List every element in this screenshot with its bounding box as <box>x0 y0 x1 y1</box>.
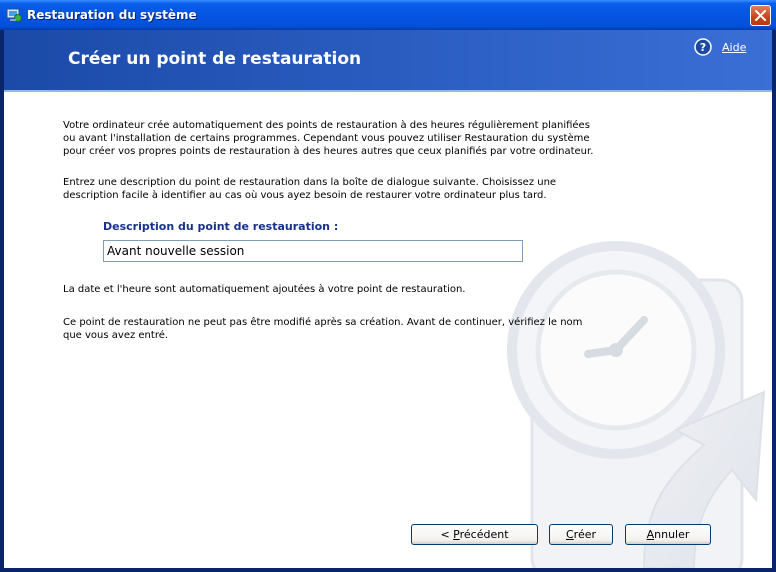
close-icon <box>755 10 766 21</box>
cancel-button-accesskey: A <box>646 528 655 541</box>
cancel-button[interactable]: Annuler <box>625 524 711 545</box>
description-label: Description du point de restauration : <box>103 220 339 233</box>
system-restore-icon <box>6 8 22 22</box>
intro-text: Votre ordinateur crée automatiquement de… <box>63 120 594 157</box>
title-bar[interactable]: Restauration du système <box>0 0 776 30</box>
previous-button-prefix: < <box>440 528 454 541</box>
close-button[interactable] <box>750 5 771 26</box>
clock-arrow-watermark-icon <box>507 241 766 568</box>
create-button-accesskey: C <box>565 528 574 541</box>
restore-point-description-input[interactable] <box>103 240 523 262</box>
cancel-button-label: nnuler <box>654 528 690 541</box>
create-button-label: réer <box>573 528 597 541</box>
window-title: Restauration du système <box>27 8 197 22</box>
date-note-text: La date et l'heure sont automatiquement … <box>63 284 466 295</box>
previous-button[interactable]: < Précédent <box>411 524 538 545</box>
system-restore-window: Restauration du système Créer un point d… <box>0 0 776 572</box>
dialog-client-area: Créer un point de restauration ? Aide Vo… <box>4 30 772 568</box>
instruction-text: Entrez une description du point de resta… <box>63 177 557 201</box>
create-button[interactable]: Créer <box>549 524 613 545</box>
warning-note-text: Ce point de restauration ne peut pas êtr… <box>63 317 583 341</box>
previous-button-label: récédent <box>459 528 509 541</box>
